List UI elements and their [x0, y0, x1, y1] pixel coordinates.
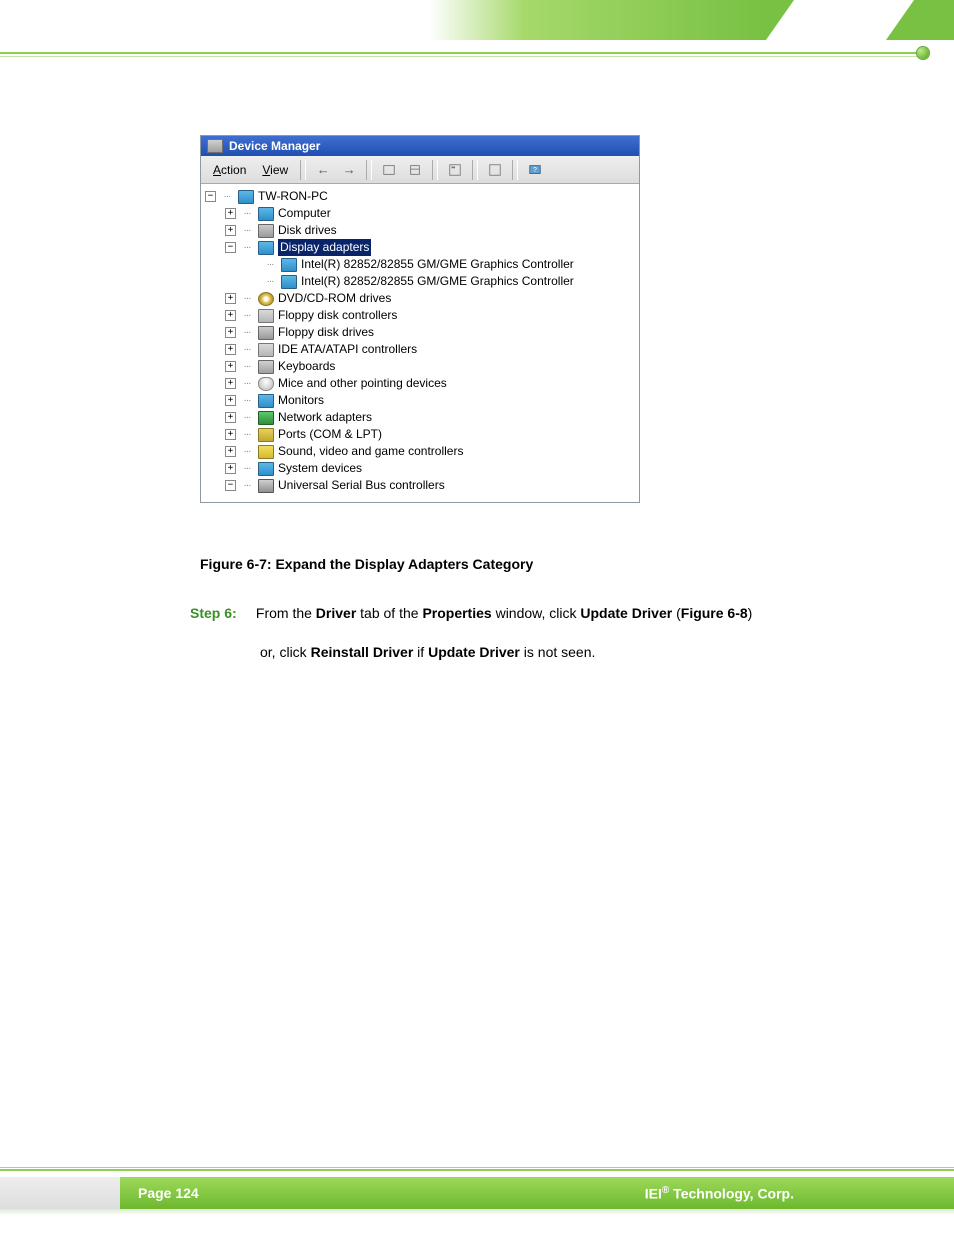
device-category-icon — [258, 207, 274, 221]
tree-node-label: Universal Serial Bus controllers — [278, 477, 445, 494]
device-tree: − ··· TW-RON-PC +···Computer+···Disk dri… — [201, 184, 639, 502]
tree-node-label: Display adapters — [278, 239, 371, 256]
device-manager-window: Device Manager Action View ← → ? − ··· T… — [200, 135, 640, 503]
svg-text:?: ? — [533, 166, 537, 173]
page-header-decoration — [0, 0, 954, 70]
device-category-icon — [258, 343, 274, 357]
tree-node[interactable]: +···Sound, video and game controllers — [205, 443, 635, 460]
tree-child-label: Intel(R) 82852/82855 GM/GME Graphics Con… — [301, 273, 574, 290]
tree-node[interactable]: +···System devices — [205, 460, 635, 477]
computer-root-icon — [238, 190, 254, 204]
device-category-icon — [258, 445, 274, 459]
expand-icon[interactable]: + — [225, 225, 236, 236]
tree-node[interactable]: −···Display adapters — [205, 239, 635, 256]
tree-node[interactable]: +···Computer — [205, 205, 635, 222]
help-icon[interactable]: ? — [524, 160, 546, 180]
toolbar: Action View ← → ? — [201, 156, 639, 184]
collapse-icon[interactable]: − — [225, 480, 236, 491]
tree-node[interactable]: +···Ports (COM & LPT) — [205, 426, 635, 443]
tree-root-label: TW-RON-PC — [258, 188, 328, 205]
expand-icon[interactable]: + — [225, 208, 236, 219]
tree-node-label: System devices — [278, 460, 362, 477]
toolbar-icon-1[interactable] — [378, 160, 400, 180]
tree-node[interactable]: +···Network adapters — [205, 409, 635, 426]
figure-caption: Figure 6-7: Expand the Display Adapters … — [200, 556, 533, 572]
tree-node-label: Ports (COM & LPT) — [278, 426, 382, 443]
step-label: Step 6: — [190, 600, 252, 627]
device-category-icon — [258, 309, 274, 323]
window-title: Device Manager — [229, 139, 320, 153]
tree-node[interactable]: −···Universal Serial Bus controllers — [205, 477, 635, 494]
tree-node-label: Keyboards — [278, 358, 335, 375]
toolbar-icon-2[interactable] — [404, 160, 426, 180]
device-category-icon — [258, 241, 274, 255]
device-category-icon — [258, 411, 274, 425]
device-category-icon — [258, 292, 274, 306]
properties-icon[interactable] — [444, 160, 466, 180]
device-category-icon — [258, 394, 274, 408]
expand-icon[interactable]: + — [225, 395, 236, 406]
tree-node[interactable]: +···IDE ATA/ATAPI controllers — [205, 341, 635, 358]
tree-node[interactable]: +···Mice and other pointing devices — [205, 375, 635, 392]
expand-icon[interactable]: + — [225, 446, 236, 457]
tree-node-label: Computer — [278, 205, 331, 222]
instruction-text: Step 6: From the Driver tab of the Prope… — [190, 600, 844, 665]
tree-node-label: IDE ATA/ATAPI controllers — [278, 341, 417, 358]
page-number: Page 124 — [138, 1185, 199, 1201]
tree-child-node[interactable]: ···Intel(R) 82852/82855 GM/GME Graphics … — [205, 273, 635, 290]
collapse-icon[interactable]: − — [205, 191, 216, 202]
expand-icon[interactable]: + — [225, 378, 236, 389]
tree-node[interactable]: +···Floppy disk drives — [205, 324, 635, 341]
device-category-icon — [258, 479, 274, 493]
device-category-icon — [258, 428, 274, 442]
back-icon[interactable]: ← — [312, 160, 334, 180]
device-category-icon — [258, 224, 274, 238]
collapse-icon[interactable]: − — [225, 242, 236, 253]
tree-node[interactable]: +···Floppy disk controllers — [205, 307, 635, 324]
menu-action[interactable]: Action — [207, 161, 252, 179]
menu-view[interactable]: View — [256, 161, 294, 179]
tree-node-label: Floppy disk controllers — [278, 307, 397, 324]
tree-child-node[interactable]: ···Intel(R) 82852/82855 GM/GME Graphics … — [205, 256, 635, 273]
tree-node-label: Mice and other pointing devices — [278, 375, 447, 392]
tree-root[interactable]: − ··· TW-RON-PC — [205, 188, 635, 205]
tree-node-label: Disk drives — [278, 222, 337, 239]
tree-node[interactable]: +···Keyboards — [205, 358, 635, 375]
device-category-icon — [258, 326, 274, 340]
device-category-icon — [258, 360, 274, 374]
app-icon — [207, 139, 223, 153]
tree-node[interactable]: +···DVD/CD-ROM drives — [205, 290, 635, 307]
expand-icon[interactable]: + — [225, 310, 236, 321]
company-name: IEI® Technology, Corp. — [645, 1185, 794, 1202]
tree-node[interactable]: +···Disk drives — [205, 222, 635, 239]
refresh-icon[interactable] — [484, 160, 506, 180]
tree-node-label: Monitors — [278, 392, 324, 409]
expand-icon[interactable]: + — [225, 327, 236, 338]
forward-icon[interactable]: → — [338, 160, 360, 180]
expand-icon[interactable]: + — [225, 361, 236, 372]
expand-icon[interactable]: + — [225, 293, 236, 304]
page-footer: Page 124 IEI® Technology, Corp. — [0, 1167, 954, 1215]
tree-node-label: Sound, video and game controllers — [278, 443, 463, 460]
expand-icon[interactable]: + — [225, 463, 236, 474]
display-device-icon — [281, 275, 297, 289]
tree-child-label: Intel(R) 82852/82855 GM/GME Graphics Con… — [301, 256, 574, 273]
header-knob-icon — [917, 47, 929, 59]
expand-icon[interactable]: + — [225, 344, 236, 355]
display-device-icon — [281, 258, 297, 272]
device-category-icon — [258, 377, 274, 391]
tree-node-label: DVD/CD-ROM drives — [278, 290, 391, 307]
device-category-icon — [258, 462, 274, 476]
tree-node[interactable]: +···Monitors — [205, 392, 635, 409]
tree-node-label: Floppy disk drives — [278, 324, 374, 341]
window-title-bar[interactable]: Device Manager — [201, 136, 639, 156]
expand-icon[interactable]: + — [225, 412, 236, 423]
tree-node-label: Network adapters — [278, 409, 372, 426]
expand-icon[interactable]: + — [225, 429, 236, 440]
